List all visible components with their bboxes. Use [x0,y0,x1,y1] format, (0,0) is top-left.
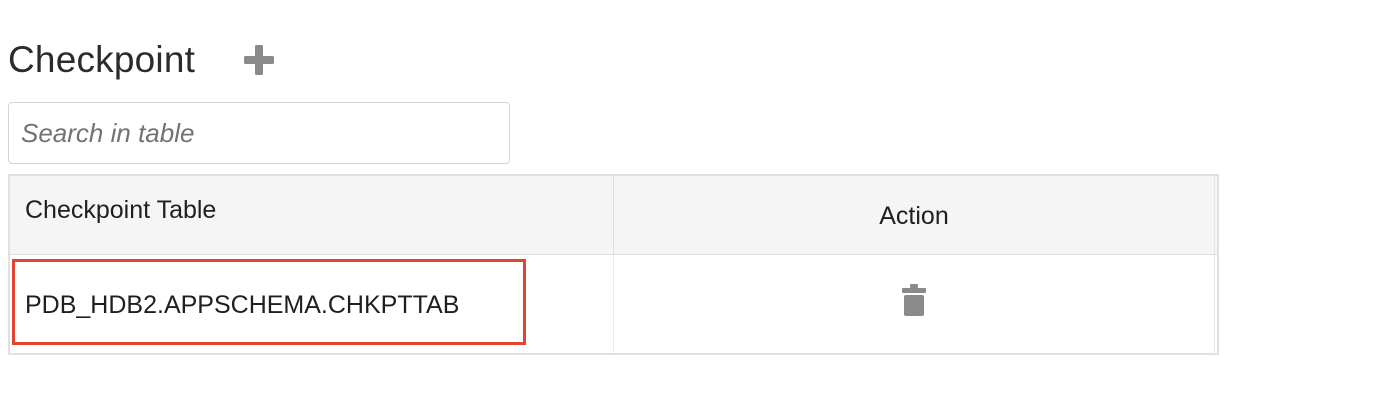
page-title: Checkpoint [8,39,196,80]
column-divider [613,255,614,353]
table-scroll-edge [1214,174,1215,355]
column-divider [613,176,614,254]
trash-icon [902,284,926,316]
title-row: Checkpoint [8,36,279,84]
plus-icon [244,45,275,75]
column-header-action[interactable]: Action [614,202,1214,231]
column-header-checkpoint-table[interactable]: Checkpoint Table [25,196,216,225]
checkpoint-page: Checkpoint Checkpoint Table Action PDB_H… [0,0,1396,405]
checkpoint-table-name-cell: PDB_HDB2.APPSCHEMA.CHKPTTAB [25,291,460,319]
search-container [8,102,510,164]
add-checkpoint-button[interactable] [239,40,279,80]
checkpoint-table: Checkpoint Table Action PDB_HDB2.APPSCHE… [8,174,1219,355]
search-input[interactable] [9,103,509,163]
delete-row-button[interactable] [897,282,931,318]
